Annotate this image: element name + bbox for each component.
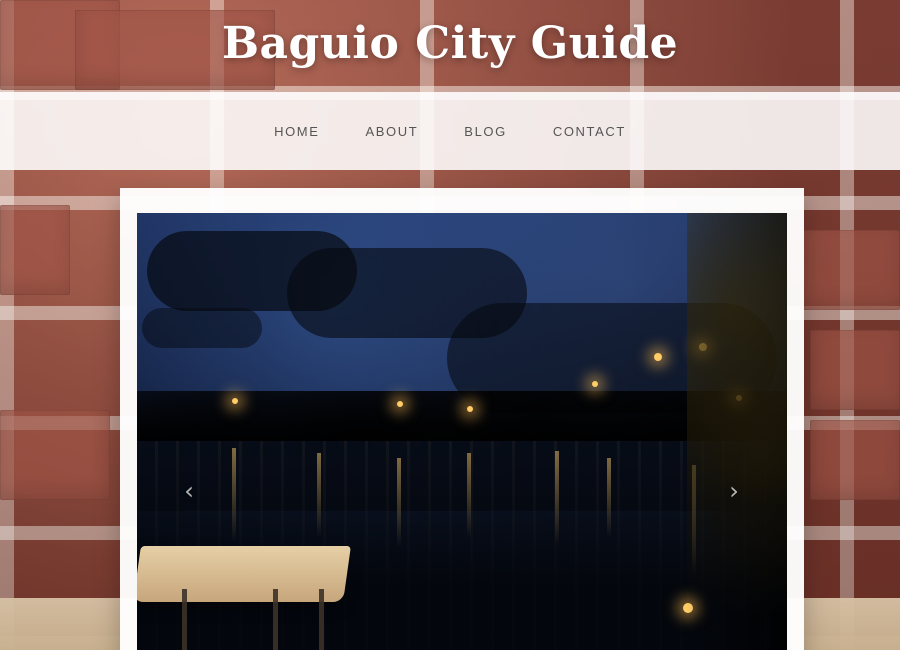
light-reflection [397,458,401,548]
light-reflection [467,453,471,538]
chevron-left-icon: ‹ [184,477,194,505]
boat-post [273,589,278,650]
slider-next-button[interactable]: › [720,477,748,505]
nav-item-blog[interactable]: BLOG [458,116,513,147]
nav-item-about[interactable]: ABOUT [360,116,425,147]
light-reflection [232,448,236,543]
hero-photo-frame: ‹ › [120,188,804,650]
slider-prev-button[interactable]: ‹ [175,477,203,505]
boat-post [319,589,324,650]
site-title: Baguio City Guide [221,18,679,69]
street-light [654,353,662,361]
background-brick [0,205,70,295]
street-light [397,401,403,407]
nav-item-home[interactable]: HOME [268,116,325,147]
hero-photo: ‹ › [137,213,787,650]
background-brick [810,420,900,500]
main-navigation: HOME ABOUT BLOG CONTACT [0,92,900,170]
background-brick [800,230,900,310]
chevron-right-icon: › [729,477,739,505]
street-light [592,381,598,387]
light-reflection [555,451,559,546]
cloud [142,308,262,348]
background-brick [810,330,900,410]
boat-post [182,589,187,650]
background-brick [0,410,110,500]
nav-item-contact[interactable]: CONTACT [547,116,632,147]
street-light [467,406,473,412]
page: Baguio City Guide HOME ABOUT BLOG CONTAC… [0,0,900,650]
light-reflection [607,458,611,538]
street-light [232,398,238,404]
light-reflection [317,453,321,538]
foliage [687,213,787,650]
